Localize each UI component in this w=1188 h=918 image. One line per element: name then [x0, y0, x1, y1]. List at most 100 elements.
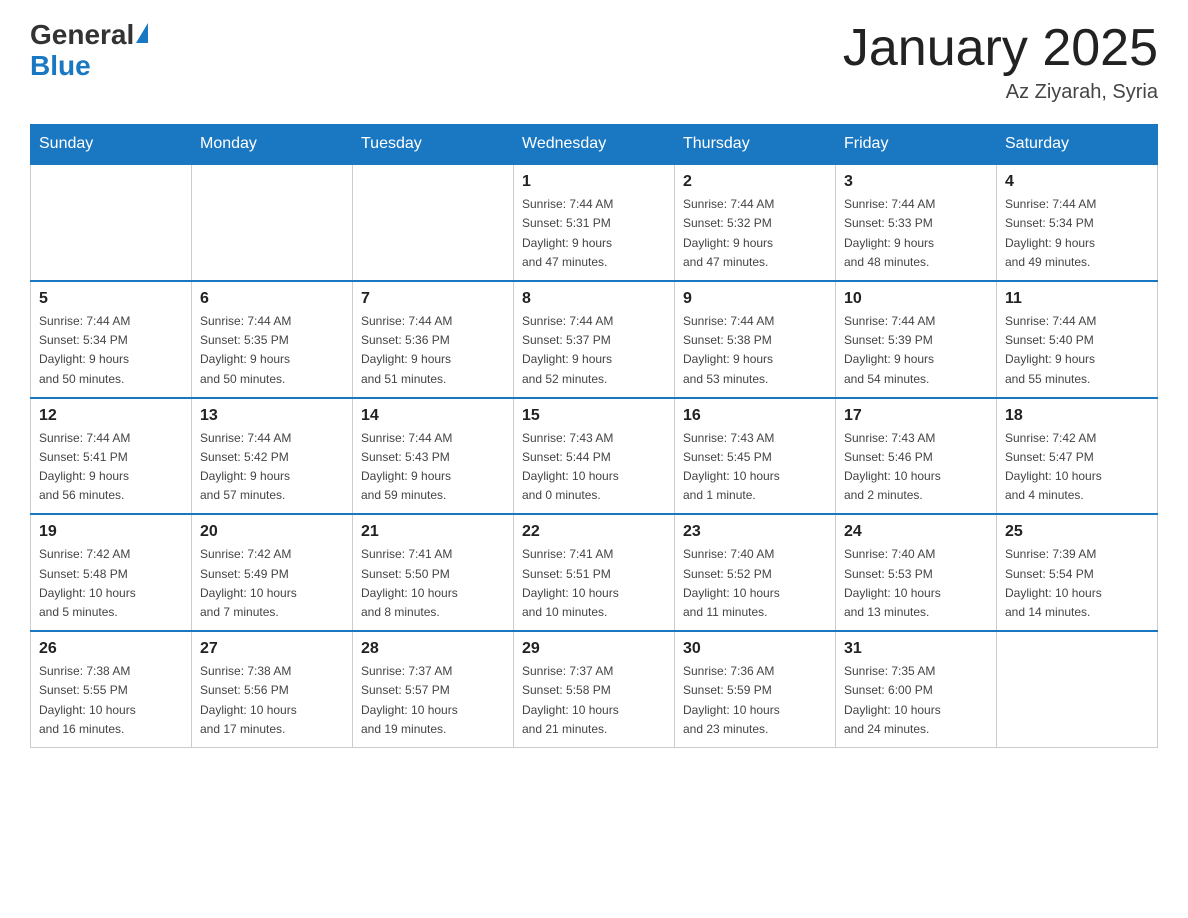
day-number: 16 — [683, 407, 827, 425]
day-number: 14 — [361, 407, 505, 425]
day-number: 31 — [844, 640, 988, 658]
day-info: Sunrise: 7:41 AM Sunset: 5:50 PM Dayligh… — [361, 545, 505, 622]
calendar-cell: 4 Sunrise: 7:44 AM Sunset: 5:34 PM Daylig… — [997, 164, 1158, 281]
calendar-cell: 7 Sunrise: 7:44 AM Sunset: 5:36 PM Daylig… — [353, 281, 514, 398]
calendar-cell: 5 Sunrise: 7:44 AM Sunset: 5:34 PM Daylig… — [31, 281, 192, 398]
col-header-wednesday: Wednesday — [514, 125, 675, 165]
day-number: 2 — [683, 173, 827, 191]
day-info: Sunrise: 7:44 AM Sunset: 5:34 PM Dayligh… — [1005, 195, 1149, 272]
calendar-cell: 1 Sunrise: 7:44 AM Sunset: 5:31 PM Daylig… — [514, 164, 675, 281]
day-info: Sunrise: 7:40 AM Sunset: 5:53 PM Dayligh… — [844, 545, 988, 622]
col-header-thursday: Thursday — [675, 125, 836, 165]
day-number: 7 — [361, 290, 505, 308]
day-info: Sunrise: 7:44 AM Sunset: 5:40 PM Dayligh… — [1005, 312, 1149, 389]
day-info: Sunrise: 7:44 AM Sunset: 5:34 PM Dayligh… — [39, 312, 183, 389]
calendar-cell: 25Sunrise: 7:39 AM Sunset: 5:54 PM Dayli… — [997, 514, 1158, 631]
col-header-tuesday: Tuesday — [353, 125, 514, 165]
calendar-cell: 31 Sunrise: 7:35 AM Sunset: 6:00 PM Dayli… — [836, 631, 997, 747]
day-info: Sunrise: 7:43 AM Sunset: 5:46 PM Dayligh… — [844, 429, 988, 506]
calendar-cell: 23Sunrise: 7:40 AM Sunset: 5:52 PM Dayli… — [675, 514, 836, 631]
calendar-cell: 8 Sunrise: 7:44 AM Sunset: 5:37 PM Daylig… — [514, 281, 675, 398]
day-number: 13 — [200, 407, 344, 425]
calendar-cell: 19Sunrise: 7:42 AM Sunset: 5:48 PM Dayli… — [31, 514, 192, 631]
calendar-cell: 17Sunrise: 7:43 AM Sunset: 5:46 PM Dayli… — [836, 398, 997, 515]
calendar-cell: 12 Sunrise: 7:44 AM Sunset: 5:41 PM Dayli… — [31, 398, 192, 515]
page-header: General Blue January 2025 Az Ziyarah, Sy… — [30, 20, 1158, 104]
col-header-friday: Friday — [836, 125, 997, 165]
logo-triangle-icon — [136, 23, 148, 43]
calendar-header-row: SundayMondayTuesdayWednesdayThursdayFrid… — [31, 125, 1158, 165]
col-header-saturday: Saturday — [997, 125, 1158, 165]
calendar-cell: 15 Sunrise: 7:43 AM Sunset: 5:44 PM Dayli… — [514, 398, 675, 515]
day-info: Sunrise: 7:44 AM Sunset: 5:36 PM Dayligh… — [361, 312, 505, 389]
calendar-cell: 28 Sunrise: 7:37 AM Sunset: 5:57 PM Dayli… — [353, 631, 514, 747]
day-number: 28 — [361, 640, 505, 658]
calendar-cell: 24Sunrise: 7:40 AM Sunset: 5:53 PM Dayli… — [836, 514, 997, 631]
week-row-3: 12 Sunrise: 7:44 AM Sunset: 5:41 PM Dayli… — [31, 398, 1158, 515]
day-info: Sunrise: 7:43 AM Sunset: 5:44 PM Dayligh… — [522, 429, 666, 506]
day-info: Sunrise: 7:44 AM Sunset: 5:43 PM Dayligh… — [361, 429, 505, 506]
day-number: 15 — [522, 407, 666, 425]
logo-general-text: General — [30, 20, 134, 51]
calendar-cell: 27 Sunrise: 7:38 AM Sunset: 5:56 PM Dayli… — [192, 631, 353, 747]
day-number: 6 — [200, 290, 344, 308]
week-row-5: 26 Sunrise: 7:38 AM Sunset: 5:55 PM Dayli… — [31, 631, 1158, 747]
day-info: Sunrise: 7:44 AM Sunset: 5:31 PM Dayligh… — [522, 195, 666, 272]
day-info: Sunrise: 7:44 AM Sunset: 5:37 PM Dayligh… — [522, 312, 666, 389]
day-info: Sunrise: 7:41 AM Sunset: 5:51 PM Dayligh… — [522, 545, 666, 622]
calendar-cell: 6 Sunrise: 7:44 AM Sunset: 5:35 PM Daylig… — [192, 281, 353, 398]
day-number: 8 — [522, 290, 666, 308]
calendar-cell: 10 Sunrise: 7:44 AM Sunset: 5:39 PM Dayli… — [836, 281, 997, 398]
day-number: 5 — [39, 290, 183, 308]
calendar-cell: 2 Sunrise: 7:44 AM Sunset: 5:32 PM Daylig… — [675, 164, 836, 281]
day-info: Sunrise: 7:44 AM Sunset: 5:32 PM Dayligh… — [683, 195, 827, 272]
day-number: 4 — [1005, 173, 1149, 191]
day-info: Sunrise: 7:35 AM Sunset: 6:00 PM Dayligh… — [844, 662, 988, 739]
day-number: 19 — [39, 523, 183, 541]
day-info: Sunrise: 7:40 AM Sunset: 5:52 PM Dayligh… — [683, 545, 827, 622]
day-info: Sunrise: 7:39 AM Sunset: 5:54 PM Dayligh… — [1005, 545, 1149, 622]
calendar-cell: 30Sunrise: 7:36 AM Sunset: 5:59 PM Dayli… — [675, 631, 836, 747]
day-number: 1 — [522, 173, 666, 191]
day-info: Sunrise: 7:44 AM Sunset: 5:42 PM Dayligh… — [200, 429, 344, 506]
day-number: 26 — [39, 640, 183, 658]
calendar-cell — [31, 164, 192, 281]
calendar-cell — [192, 164, 353, 281]
calendar-table: SundayMondayTuesdayWednesdayThursdayFrid… — [30, 124, 1158, 748]
day-info: Sunrise: 7:44 AM Sunset: 5:38 PM Dayligh… — [683, 312, 827, 389]
day-number: 3 — [844, 173, 988, 191]
calendar-cell: 14 Sunrise: 7:44 AM Sunset: 5:43 PM Dayli… — [353, 398, 514, 515]
day-number: 27 — [200, 640, 344, 658]
day-number: 12 — [39, 407, 183, 425]
day-number: 21 — [361, 523, 505, 541]
col-header-monday: Monday — [192, 125, 353, 165]
day-info: Sunrise: 7:37 AM Sunset: 5:57 PM Dayligh… — [361, 662, 505, 739]
day-number: 11 — [1005, 290, 1149, 308]
title-block: January 2025 Az Ziyarah, Syria — [843, 20, 1158, 104]
day-info: Sunrise: 7:38 AM Sunset: 5:56 PM Dayligh… — [200, 662, 344, 739]
calendar-cell: 16Sunrise: 7:43 AM Sunset: 5:45 PM Dayli… — [675, 398, 836, 515]
calendar-cell — [353, 164, 514, 281]
calendar-cell: 3 Sunrise: 7:44 AM Sunset: 5:33 PM Daylig… — [836, 164, 997, 281]
day-number: 10 — [844, 290, 988, 308]
day-info: Sunrise: 7:42 AM Sunset: 5:47 PM Dayligh… — [1005, 429, 1149, 506]
day-info: Sunrise: 7:36 AM Sunset: 5:59 PM Dayligh… — [683, 662, 827, 739]
calendar-cell: 26 Sunrise: 7:38 AM Sunset: 5:55 PM Dayli… — [31, 631, 192, 747]
logo: General Blue — [30, 20, 148, 82]
day-info: Sunrise: 7:42 AM Sunset: 5:49 PM Dayligh… — [200, 545, 344, 622]
week-row-1: 1 Sunrise: 7:44 AM Sunset: 5:31 PM Daylig… — [31, 164, 1158, 281]
day-number: 9 — [683, 290, 827, 308]
logo-blue-text: Blue — [30, 51, 148, 82]
day-info: Sunrise: 7:38 AM Sunset: 5:55 PM Dayligh… — [39, 662, 183, 739]
calendar-cell: 11 Sunrise: 7:44 AM Sunset: 5:40 PM Dayli… — [997, 281, 1158, 398]
day-number: 22 — [522, 523, 666, 541]
day-info: Sunrise: 7:44 AM Sunset: 5:41 PM Dayligh… — [39, 429, 183, 506]
calendar-cell: 22 Sunrise: 7:41 AM Sunset: 5:51 PM Dayli… — [514, 514, 675, 631]
day-info: Sunrise: 7:44 AM Sunset: 5:39 PM Dayligh… — [844, 312, 988, 389]
day-number: 20 — [200, 523, 344, 541]
calendar-cell: 18Sunrise: 7:42 AM Sunset: 5:47 PM Dayli… — [997, 398, 1158, 515]
day-info: Sunrise: 7:44 AM Sunset: 5:35 PM Dayligh… — [200, 312, 344, 389]
day-info: Sunrise: 7:37 AM Sunset: 5:58 PM Dayligh… — [522, 662, 666, 739]
location-text: Az Ziyarah, Syria — [843, 81, 1158, 104]
day-info: Sunrise: 7:44 AM Sunset: 5:33 PM Dayligh… — [844, 195, 988, 272]
